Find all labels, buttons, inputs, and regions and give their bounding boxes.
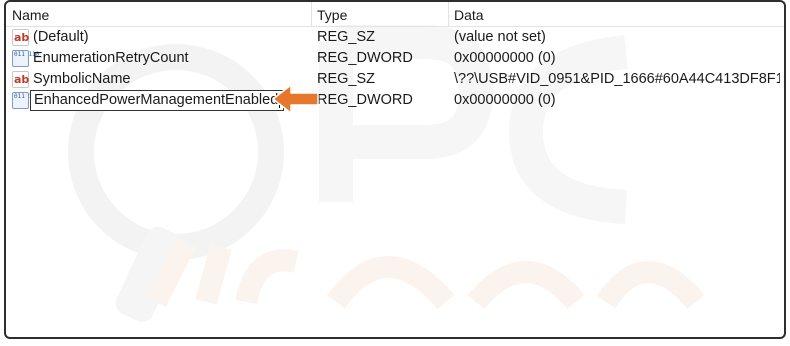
- value-data: (value not set): [454, 29, 546, 45]
- value-type: REG_SZ: [317, 71, 376, 87]
- table-row[interactable]: 011 110 EnumerationRetryCount REG_DWORD …: [6, 48, 784, 69]
- rename-input[interactable]: EnhancedPowerManagementEnabled: [30, 90, 285, 111]
- string-value-icon: ab: [12, 71, 30, 88]
- value-data: \??\USB#VID_0951&PID_1666#60A44C413DF8F1…: [454, 71, 780, 87]
- value-type: REG_DWORD: [317, 92, 413, 108]
- table-header: Name Type Data: [6, 2, 784, 27]
- value-name: EnumerationRetryCount: [33, 50, 189, 66]
- value-data: 0x00000000 (0): [454, 92, 556, 108]
- value-name: SymbolicName: [33, 71, 131, 87]
- value-type: REG_SZ: [317, 29, 376, 45]
- value-name-cell: ab SymbolicName: [12, 69, 312, 90]
- table-row[interactable]: 011 110 EnhancedPowerManagementEnabled R…: [6, 90, 784, 111]
- values-table: Name Type Data ab (Default) REG_SZ (valu…: [6, 2, 784, 111]
- column-header-name[interactable]: Name: [6, 6, 49, 26]
- table-row[interactable]: ab (Default) REG_SZ (value not set): [6, 27, 784, 48]
- value-name-cell: 011 110 EnhancedPowerManagementEnabled: [12, 90, 312, 111]
- dword-value-icon: 011 110: [12, 92, 39, 109]
- value-name-cell: 011 110 EnumerationRetryCount: [12, 48, 312, 69]
- column-header-data[interactable]: Data: [448, 6, 484, 26]
- column-header-type[interactable]: Type: [311, 6, 347, 26]
- value-type: REG_DWORD: [317, 50, 413, 66]
- pointer-arrow-icon: [272, 84, 319, 114]
- table-row[interactable]: ab SymbolicName REG_SZ \??\USB#VID_0951&…: [6, 69, 784, 90]
- value-name: (Default): [33, 29, 89, 45]
- string-value-icon: ab: [12, 29, 30, 46]
- dword-value-icon: 011 110: [12, 50, 39, 67]
- registry-values-panel: Name Type Data ab (Default) REG_SZ (valu…: [4, 0, 786, 339]
- rename-input-text: EnhancedPowerManagementEnabled: [34, 92, 279, 108]
- value-data: 0x00000000 (0): [454, 50, 556, 66]
- value-name-cell: ab (Default): [12, 27, 312, 48]
